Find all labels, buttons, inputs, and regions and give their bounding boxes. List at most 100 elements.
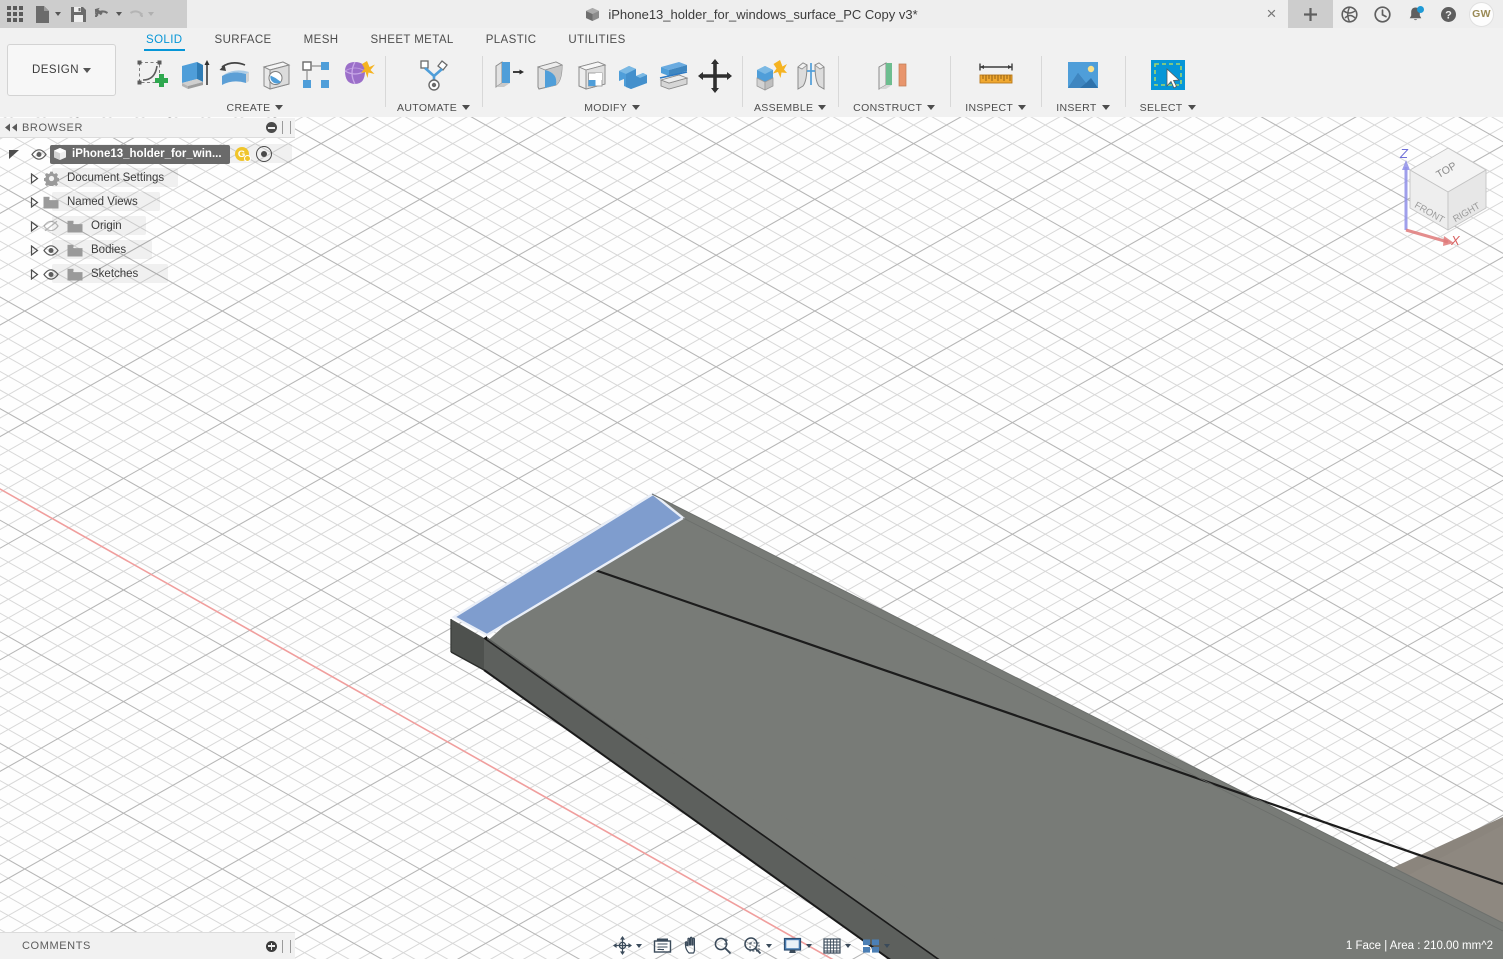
chevron-right-icon[interactable] (30, 172, 39, 184)
panel-modify-label[interactable]: MODIFY (584, 99, 641, 116)
browser-root-row[interactable]: iPhone13_holder_for_win... G (0, 142, 295, 166)
new-component-icon[interactable] (749, 55, 790, 97)
add-comment-icon[interactable] (266, 940, 277, 952)
grounded-badge[interactable]: G (234, 147, 251, 162)
browser-item-sketches[interactable]: Sketches (0, 262, 295, 286)
browser-root-chip[interactable]: iPhone13_holder_for_win... (50, 144, 230, 164)
file-icon[interactable] (30, 0, 64, 28)
workspace-selector[interactable]: DESIGN (7, 44, 116, 96)
browser-item-origin[interactable]: Origin (0, 214, 295, 238)
comments-resize-grip[interactable] (282, 939, 291, 953)
select-icon[interactable] (1147, 55, 1188, 97)
tab-sheet-metal[interactable]: SHEET METAL (354, 28, 469, 52)
panel-inspect-label[interactable]: INSPECT (965, 99, 1027, 116)
chevron-right-icon[interactable] (30, 220, 39, 232)
undo-icon[interactable] (92, 0, 124, 28)
document-title-text: iPhone13_holder_for_windows_surface_PC C… (608, 6, 918, 22)
tab-plastic[interactable]: PLASTIC (470, 28, 553, 52)
redo-icon[interactable] (124, 0, 156, 28)
body-top-surface[interactable] (484, 494, 1503, 959)
panel-select-label[interactable]: SELECT (1140, 99, 1196, 116)
browser-collapse-icon[interactable] (0, 123, 22, 132)
tab-utilities[interactable]: UTILITIES (552, 28, 641, 52)
new-tab-button[interactable] (1288, 0, 1333, 28)
viewports-icon[interactable] (854, 932, 893, 959)
press-pull-icon[interactable] (489, 55, 530, 97)
browser-collapse-all-icon[interactable] (266, 122, 277, 133)
create-sketch-icon[interactable] (132, 55, 173, 97)
chevron-right-icon[interactable] (30, 268, 39, 280)
view-cube[interactable]: Z X TOP FRONT RIGHT (1378, 132, 1498, 247)
pan-icon[interactable] (675, 932, 705, 959)
hole-icon[interactable] (255, 55, 296, 97)
visibility-eye-icon[interactable] (28, 148, 50, 160)
tab-surface[interactable]: SURFACE (199, 28, 288, 52)
offset-plane-icon[interactable] (874, 55, 915, 97)
chevron-down-icon[interactable] (818, 105, 827, 110)
extrude-icon[interactable] (173, 55, 214, 97)
chevron-down-icon[interactable] (1101, 105, 1110, 110)
chevron-down-icon[interactable] (927, 105, 936, 110)
browser-item-document-settings[interactable]: Document Settings (0, 166, 295, 190)
chevron-down-icon[interactable] (806, 943, 812, 948)
panel-automate-label[interactable]: AUTOMATE (397, 99, 471, 116)
avatar[interactable]: GW (1469, 1, 1494, 27)
chevron-down-icon[interactable] (275, 105, 284, 110)
title-bar: iPhone13_holder_for_windows_surface_PC C… (0, 0, 1503, 28)
panel-create-label[interactable]: CREATE (227, 99, 284, 116)
panel-assemble-label[interactable]: ASSEMBLE (754, 99, 827, 116)
help-icon[interactable]: ? (1432, 0, 1465, 28)
display-settings-icon[interactable] (775, 932, 815, 959)
chevron-down-icon[interactable] (766, 943, 772, 948)
visibility-eye-icon[interactable] (39, 268, 63, 280)
chevron-right-icon[interactable] (30, 244, 39, 256)
fillet-icon[interactable] (530, 55, 571, 97)
chevron-down-icon[interactable] (83, 67, 92, 73)
chevron-down-icon[interactable] (116, 12, 122, 16)
look-at-icon[interactable] (645, 932, 675, 959)
insert-mcmaster-icon[interactable] (1062, 55, 1103, 97)
job-status-icon[interactable] (1366, 0, 1399, 28)
browser-item-bodies[interactable]: Bodies (0, 238, 295, 262)
visibility-eye-icon[interactable] (39, 244, 63, 256)
chevron-down-icon[interactable] (884, 943, 890, 948)
panel-insert-label[interactable]: INSERT (1056, 99, 1110, 116)
chevron-down-icon[interactable] (462, 105, 471, 110)
save-icon[interactable] (64, 0, 92, 28)
joint-icon[interactable] (790, 55, 831, 97)
shell-icon[interactable] (571, 55, 612, 97)
chevron-down-icon[interactable] (54, 12, 61, 16)
browser-resize-grip[interactable] (282, 121, 291, 134)
rectangular-pattern-icon[interactable] (296, 55, 337, 97)
split-face-icon[interactable] (653, 55, 694, 97)
measure-icon[interactable] (975, 55, 1016, 97)
automated-modeling-icon[interactable] (413, 55, 454, 97)
zoom-icon[interactable] (705, 932, 735, 959)
orbit-icon[interactable] (610, 932, 645, 959)
chevron-down-icon[interactable] (1018, 105, 1027, 110)
expand-arrow-icon[interactable] (0, 148, 28, 160)
visibility-eye-off-icon[interactable] (39, 220, 63, 232)
revolve-icon[interactable] (214, 55, 255, 97)
grid-snaps-icon[interactable] (815, 932, 854, 959)
notifications-icon[interactable] (1399, 0, 1432, 28)
chevron-down-icon[interactable] (636, 943, 642, 948)
zoom-window-icon[interactable] (735, 932, 775, 959)
browser-item-named-views[interactable]: Named Views (0, 190, 295, 214)
tab-mesh[interactable]: MESH (288, 28, 355, 52)
app-grid-icon[interactable] (0, 0, 30, 28)
extensions-icon[interactable] (1333, 0, 1366, 28)
chevron-down-icon[interactable] (148, 12, 154, 16)
form-icon[interactable] (337, 55, 378, 97)
close-tab-button[interactable]: × (1255, 0, 1288, 28)
chevron-right-icon[interactable] (30, 196, 39, 208)
activate-component-icon[interactable] (255, 146, 272, 162)
move-copy-icon[interactable] (694, 55, 735, 97)
chevron-down-icon[interactable] (632, 105, 641, 110)
chevron-down-icon[interactable] (845, 943, 851, 948)
combine-icon[interactable] (612, 55, 653, 97)
chevron-down-icon[interactable] (1187, 105, 1196, 110)
panel-construct-label[interactable]: CONSTRUCT (853, 99, 936, 116)
comments-panel[interactable]: COMMENTS (0, 932, 295, 959)
tab-solid[interactable]: SOLID (130, 28, 199, 52)
